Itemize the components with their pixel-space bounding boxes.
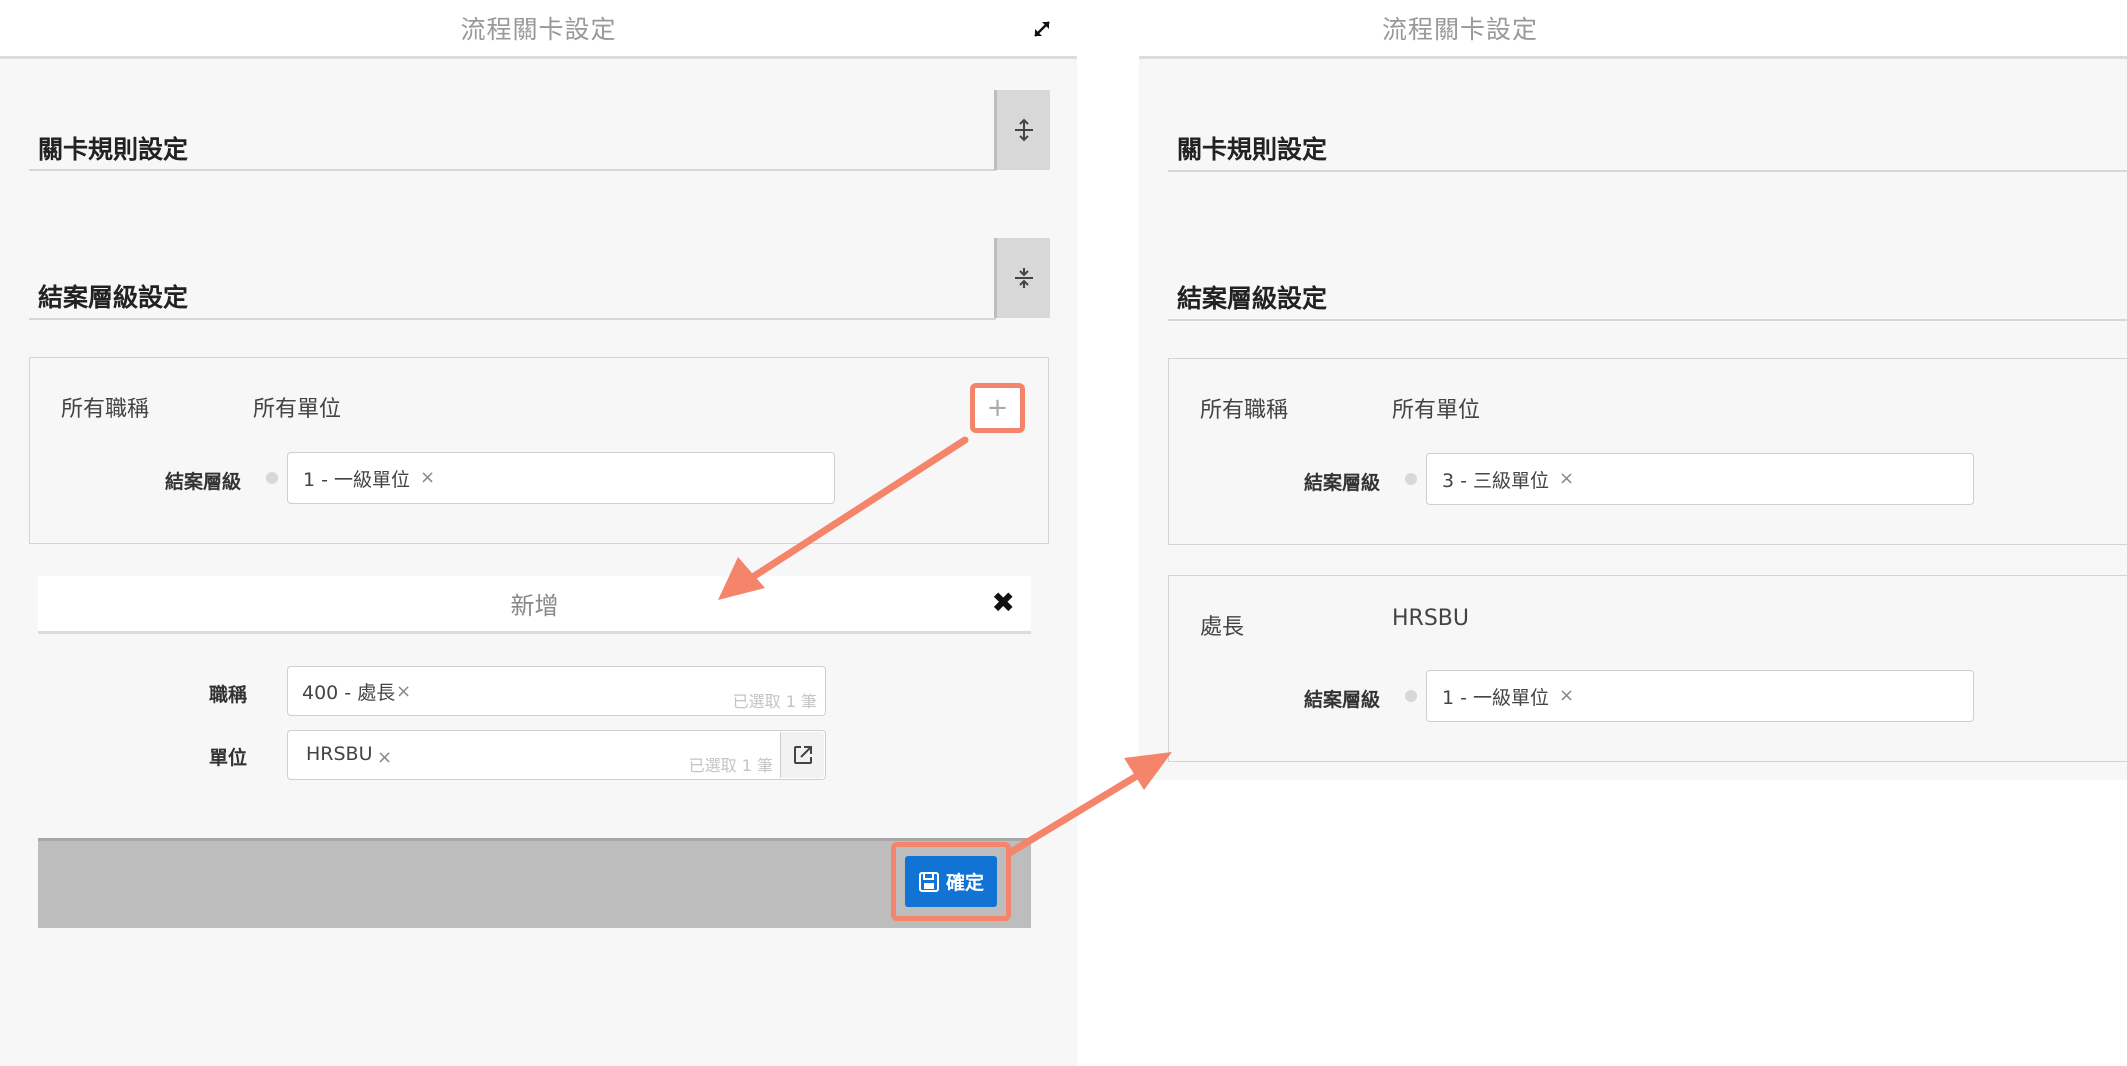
page-title: 流程關卡設定 (1381, 15, 1538, 44)
tag-remove-icon[interactable]: × (1559, 468, 1574, 489)
level-tag: 3 - 三級單位 (1442, 470, 1550, 492)
stage: 流程關卡設定 關卡規則設定 結案層級設定 所有職稱 所有單位 結案層級 1 - … (0, 0, 2127, 1066)
section-rules-title: 關卡規則設定 (38, 135, 189, 164)
rule-card: 處長 HRSBU 結案層級 1 - 一級單位 × (1168, 575, 2127, 762)
level-select[interactable]: 1 - 一級單位 × (287, 452, 835, 504)
level-select[interactable]: 1 - 一級單位 × (1426, 670, 1974, 722)
rule-job-title: 所有職稱 (1200, 398, 1289, 423)
dialog-header: 新增 ✖ (38, 576, 1031, 634)
open-picker-button[interactable] (780, 732, 824, 778)
rule-card: 所有職稱 所有單位 結案層級 3 - 三級單位 × (1168, 358, 2127, 545)
rule-unit: 所有單位 (1392, 398, 1481, 423)
left-header: 流程關卡設定 (0, 0, 1077, 59)
section-close-title: 結案層級設定 (38, 283, 189, 312)
add-rule-button[interactable]: + (970, 383, 1025, 433)
job-title-label: 職稱 (209, 684, 248, 706)
rule-card: 所有職稱 所有單位 結案層級 1 - 一級單位 × (29, 357, 1049, 544)
close-icon[interactable]: ✖ (992, 586, 1015, 619)
confirm-button[interactable]: 確定 (905, 856, 997, 907)
selected-count: 已選取 1 筆 (732, 692, 817, 711)
section-close-title: 結案層級設定 (1177, 284, 1328, 313)
level-select[interactable]: 3 - 三級單位 × (1426, 453, 1974, 505)
dialog-footer (38, 838, 1031, 928)
rule-job-title: 處長 (1200, 615, 1245, 640)
rule-job-title: 所有職稱 (61, 397, 150, 422)
section-divider (1168, 319, 2127, 321)
required-dot (266, 472, 278, 484)
tag-remove-icon[interactable]: × (420, 467, 435, 488)
save-icon (918, 871, 939, 892)
page-title: 流程關卡設定 (460, 15, 617, 44)
dialog-title: 新增 (510, 592, 559, 620)
unit-select[interactable]: HRSBU × 已選取 1 筆 (287, 730, 826, 780)
confirm-label: 確定 (945, 872, 984, 894)
level-label: 結案層級 (1304, 472, 1381, 494)
tag-remove-icon[interactable]: × (396, 681, 411, 702)
job-title-tag: 400 - 處長 (302, 682, 396, 704)
level-tag: 1 - 一級單位 (303, 469, 411, 491)
level-label: 結案層級 (1304, 689, 1381, 711)
rule-unit: 所有單位 (253, 397, 342, 422)
section-divider (1168, 170, 2127, 172)
tag-remove-icon[interactable]: × (377, 747, 392, 768)
section-divider (29, 318, 996, 320)
collapse-close-button[interactable] (994, 238, 1050, 318)
job-title-select[interactable]: 400 - 處長 × 已選取 1 筆 (287, 666, 826, 716)
unit-tag: HRSBU (306, 743, 373, 765)
level-label: 結案層級 (165, 471, 242, 493)
rule-unit: HRSBU (1392, 606, 1469, 631)
expand-icon[interactable] (1031, 18, 1053, 40)
selected-count: 已選取 1 筆 (688, 756, 773, 775)
external-link-icon (793, 746, 812, 764)
level-tag: 1 - 一級單位 (1442, 687, 1550, 709)
required-dot (1405, 473, 1417, 485)
tag-remove-icon[interactable]: × (1559, 685, 1574, 706)
right-header: 流程關卡設定 (1139, 0, 2127, 59)
collapse-section-icon (1014, 268, 1033, 288)
right-blank-area (1139, 780, 2127, 1066)
unit-label: 單位 (209, 747, 248, 769)
expand-section-icon (1014, 118, 1033, 142)
right-panel: 流程關卡設定 關卡規則設定 結案層級設定 所有職稱 所有單位 結案層級 3 - … (1139, 0, 2127, 780)
section-divider (29, 169, 996, 171)
required-dot (1405, 690, 1417, 702)
collapse-rules-button[interactable] (994, 90, 1050, 170)
section-rules-title: 關卡規則設定 (1177, 135, 1328, 164)
